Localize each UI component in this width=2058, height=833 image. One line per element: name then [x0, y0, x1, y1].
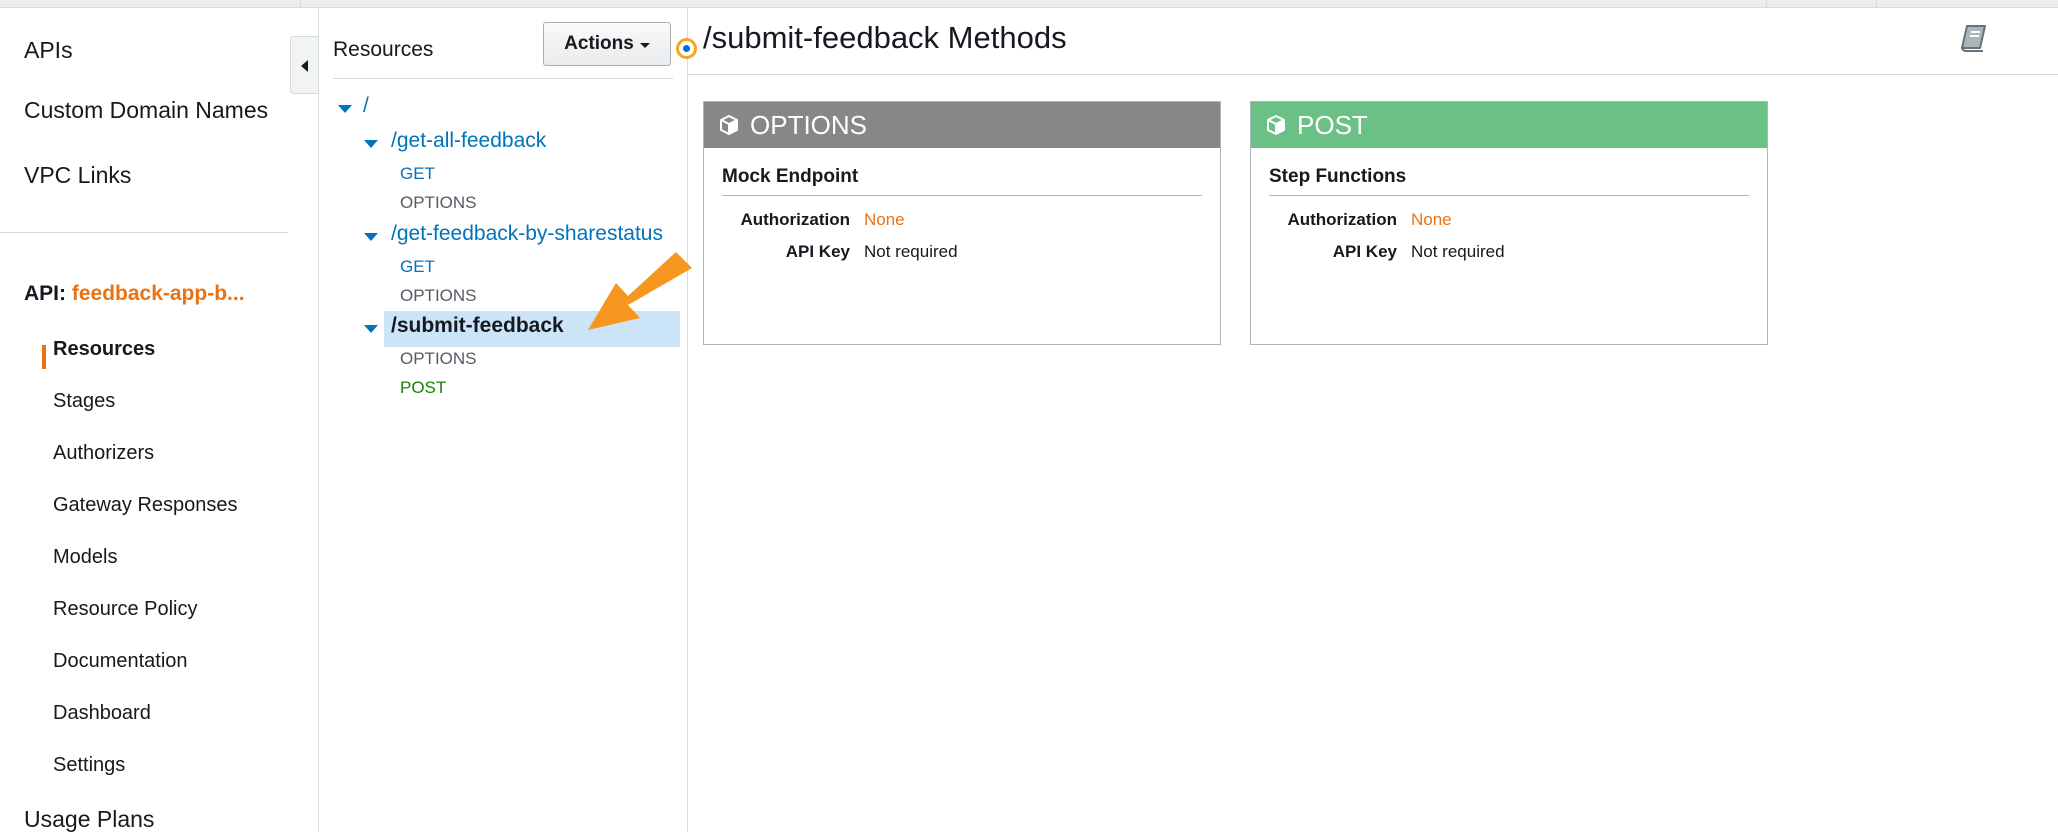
resources-divider — [333, 78, 673, 79]
tree-resource-get-all-feedback[interactable]: /get-all-feedback — [391, 129, 546, 153]
resources-header: Resources — [333, 38, 434, 61]
actions-label: Actions — [564, 33, 634, 54]
api-key-label: API Key — [785, 242, 850, 261]
nav-item-settings[interactable]: Settings — [53, 754, 125, 777]
tree-method-options[interactable]: OPTIONS — [400, 193, 477, 213]
tree-resource-root[interactable]: / — [363, 94, 369, 118]
tree-method-get[interactable]: GET — [400, 164, 435, 184]
actions-dropdown-button[interactable]: Actions — [543, 22, 671, 66]
authorization-value: None — [864, 210, 905, 229]
collapse-nav-button[interactable] — [290, 36, 318, 94]
resource-status-dot — [676, 38, 697, 59]
left-navigation: APIs Custom Domain Names VPC Links API: … — [0, 8, 319, 832]
method-card-title: POST — [1297, 109, 1368, 140]
tree-method-post[interactable]: POST — [400, 378, 446, 398]
book-icon[interactable] — [1958, 22, 1990, 54]
cube-icon — [1267, 115, 1285, 135]
integration-type: Step Functions — [1269, 166, 1749, 196]
api-key-row: API Key Not required — [1251, 242, 1767, 262]
api-key-row: API Key Not required — [704, 242, 1220, 262]
active-indicator — [42, 345, 46, 369]
nav-item-dashboard[interactable]: Dashboard — [53, 702, 151, 725]
tree-toggle-icon[interactable] — [338, 105, 352, 113]
nav-item-documentation[interactable]: Documentation — [53, 650, 188, 673]
authorization-label: Authorization — [1287, 210, 1397, 229]
nav-item-authorizers[interactable]: Authorizers — [53, 442, 154, 465]
nav-item-stages[interactable]: Stages — [53, 390, 115, 413]
top-bar-divider — [300, 0, 301, 7]
top-bar — [0, 0, 2058, 8]
method-card-post[interactable]: POST Step Functions Authorization None A… — [1250, 101, 1768, 345]
authorization-row: Authorization None — [704, 210, 1220, 230]
chevron-left-icon — [301, 60, 308, 72]
method-card-title: OPTIONS — [750, 109, 868, 140]
nav-divider — [0, 232, 288, 233]
method-card-header: OPTIONS — [704, 102, 1220, 148]
authorization-label: Authorization — [740, 210, 850, 229]
integration-type: Mock Endpoint — [722, 166, 1202, 196]
nav-link-apis[interactable]: APIs — [24, 37, 73, 64]
api-key-value: Not required — [1411, 242, 1505, 261]
tree-method-options[interactable]: OPTIONS — [400, 286, 477, 306]
authorization-value: None — [1411, 210, 1452, 229]
tree-method-get[interactable]: GET — [400, 257, 435, 277]
tree-toggle-icon[interactable] — [364, 325, 378, 333]
title-divider — [688, 74, 2058, 75]
page-title: /submit-feedback Methods — [703, 20, 1067, 55]
api-name-link[interactable]: feedback-app-b... — [72, 282, 245, 305]
tree-toggle-icon[interactable] — [364, 140, 378, 148]
nav-item-gateway-responses[interactable]: Gateway Responses — [53, 494, 238, 517]
nav-item-models[interactable]: Models — [53, 546, 117, 569]
top-bar-divider — [1876, 0, 1877, 7]
nav-link-vpc-links[interactable]: VPC Links — [24, 162, 131, 189]
nav-item-resource-policy[interactable]: Resource Policy — [53, 598, 198, 621]
arrow-icon — [588, 252, 692, 330]
top-bar-divider — [1766, 0, 1767, 7]
caret-down-icon — [639, 42, 650, 48]
tree-resource-submit-feedback[interactable]: /submit-feedback — [391, 314, 564, 338]
nav-link-custom-domain-names[interactable]: Custom Domain Names — [24, 97, 268, 124]
nav-item-resources[interactable]: Resources — [53, 338, 155, 361]
tree-resource-get-feedback-by-sharestatus[interactable]: /get-feedback-by-sharestatus — [391, 222, 663, 246]
resources-panel: Resources Actions / /get-all-feedback GE… — [319, 8, 688, 832]
api-key-label: API Key — [1332, 242, 1397, 261]
tree-method-options[interactable]: OPTIONS — [400, 349, 477, 369]
api-title: API: feedback-app-b... — [24, 282, 245, 306]
method-card-options[interactable]: OPTIONS Mock Endpoint Authorization None… — [703, 101, 1221, 345]
api-key-value: Not required — [864, 242, 958, 261]
api-title-prefix: API: — [24, 282, 66, 305]
nav-link-usage-plans[interactable]: Usage Plans — [24, 806, 154, 833]
cube-icon — [720, 115, 738, 135]
tree-toggle-icon[interactable] — [364, 233, 378, 241]
method-card-header: POST — [1251, 102, 1767, 148]
authorization-row: Authorization None — [1251, 210, 1767, 230]
